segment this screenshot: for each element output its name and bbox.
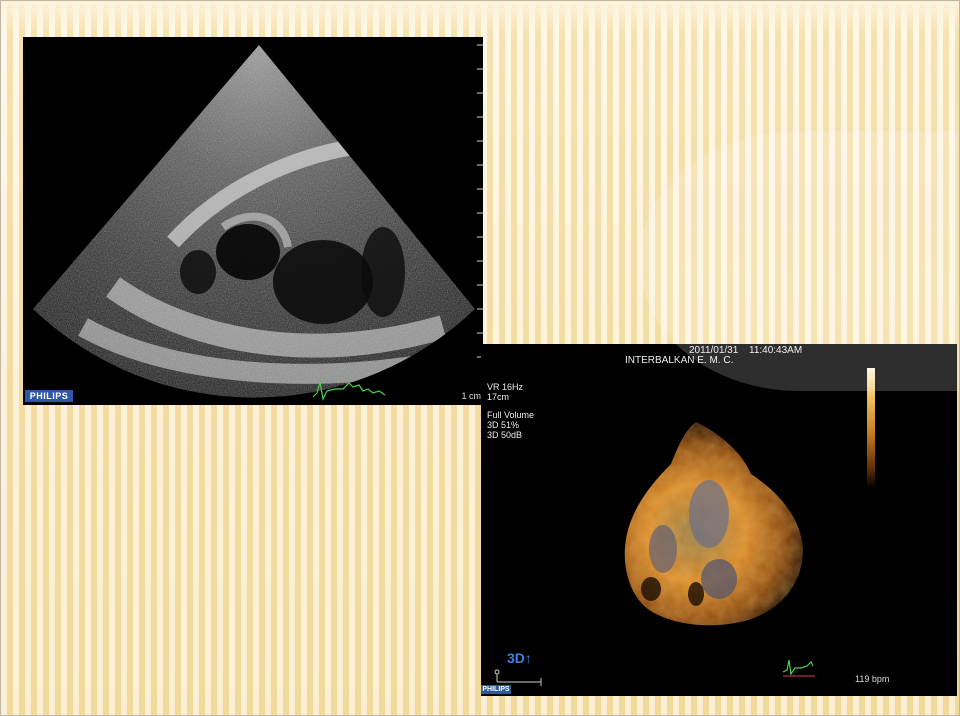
scale-label: 1 cm [461,391,481,401]
color-scale-bar [867,368,875,488]
institution-name: INTERBALKAN E. M. C. [625,355,734,366]
acquisition-params: VR 16Hz 17cm Full Volume 3D 51% 3D 50dB [487,382,534,440]
depth-value: 17cm [487,392,510,402]
echo-2d-image: PHILIPS 1 cm [23,37,483,405]
vr-rate: VR 16Hz [487,382,524,392]
philips-logo: PHILIPS [25,390,73,402]
volume-render [494,422,815,686]
echo-3d-image: 2011/01/31 11:40:43AM INTERBALKAN E. M. … [481,344,957,696]
philips-logo-3d: PHILIPS [481,685,511,694]
ecg-trace-3d [782,659,814,676]
gain-value: 3D 50dB [487,430,523,440]
scan-date: 2011/01/31 [689,345,739,356]
mode-3d-label: 3D↑ [507,650,532,666]
depth-ruler [477,44,483,358]
slide-background: PHILIPS 1 cm 2011/01/31 11:40:43AM INTER… [0,0,960,716]
probe-marker [494,669,542,686]
mode-name: Full Volume [487,410,535,420]
heart-rate: 119 bpm [855,674,890,684]
opacity-value: 3D 51% [487,420,520,430]
scan-time: 11:40:43AM [749,345,803,356]
echo-2d-sector [33,44,483,401]
